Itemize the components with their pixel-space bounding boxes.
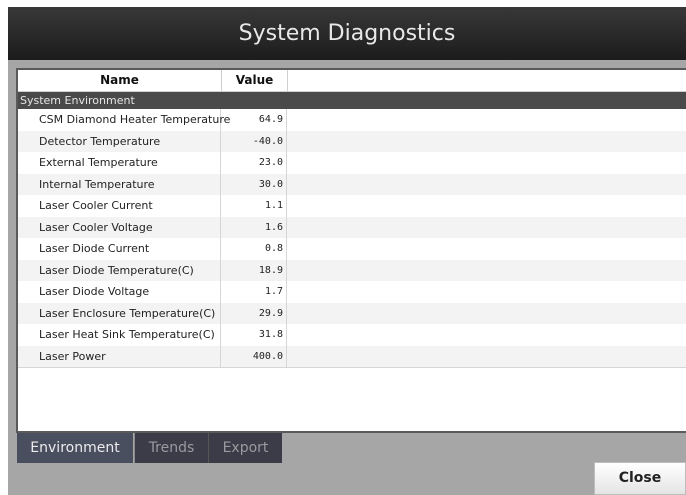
table-row[interactable]: Laser Cooler Voltage 1.6 <box>18 216 686 238</box>
row-name: Laser Enclosure Temperature(C) <box>18 302 221 324</box>
row-name: Laser Cooler Current <box>18 195 221 217</box>
row-value: 1.1 <box>222 195 287 217</box>
table-row[interactable]: Laser Diode Voltage 1.7 <box>18 281 686 303</box>
row-name: Laser Diode Current <box>18 238 221 260</box>
row-name: Laser Heat Sink Temperature(C) <box>18 324 221 346</box>
table-row[interactable]: External Temperature 23.0 <box>18 152 686 174</box>
group-row-system-environment[interactable]: System Environment <box>18 92 686 109</box>
grid-header: Name Value <box>18 70 686 92</box>
grid-rows: CSM Diamond Heater Temperature 64.9 Detect… <box>18 109 686 368</box>
tab-export[interactable]: Export <box>208 433 282 463</box>
row-name: External Temperature <box>18 152 221 174</box>
row-value: 30.0 <box>222 173 287 195</box>
row-name: Laser Power <box>18 345 221 367</box>
row-value: 64.9 <box>222 109 287 131</box>
row-value: 1.7 <box>222 281 287 303</box>
column-header-name[interactable]: Name <box>18 70 222 91</box>
row-value: 18.9 <box>222 259 287 281</box>
diagnostics-window: System Diagnostics Name Value System Env… <box>8 7 686 495</box>
table-row[interactable]: Internal Temperature 30.0 <box>18 173 686 195</box>
column-header-value[interactable]: Value <box>222 70 288 91</box>
row-value: 23.0 <box>222 152 287 174</box>
table-row[interactable]: Laser Enclosure Temperature(C) 29.9 <box>18 302 686 324</box>
row-name: Detector Temperature <box>18 130 221 152</box>
window-title: System Diagnostics <box>8 7 686 60</box>
close-button[interactable]: Close <box>594 462 686 495</box>
row-value: 31.8 <box>222 324 287 346</box>
tab-environment[interactable]: Environment <box>17 433 133 463</box>
row-value: 0.8 <box>222 238 287 260</box>
table-row[interactable]: Laser Diode Current 0.8 <box>18 238 686 260</box>
row-value: 400.0 <box>222 345 287 367</box>
table-row[interactable]: Laser Diode Temperature(C) 18.9 <box>18 259 686 281</box>
tab-trends[interactable]: Trends <box>134 433 208 463</box>
table-row[interactable]: Laser Cooler Current 1.1 <box>18 195 686 217</box>
table-row[interactable]: CSM Diamond Heater Temperature 64.9 <box>18 109 686 131</box>
grid-end-divider <box>18 367 686 368</box>
row-value: 29.9 <box>222 302 287 324</box>
row-name: Laser Cooler Voltage <box>18 216 221 238</box>
row-name: Laser Diode Temperature(C) <box>18 259 221 281</box>
table-row[interactable]: Laser Power 400.0 <box>18 345 686 367</box>
diagnostics-grid: Name Value System Environment CSM Diamon… <box>16 68 686 433</box>
row-name: CSM Diamond Heater Temperature <box>18 109 230 131</box>
table-row[interactable]: Laser Heat Sink Temperature(C) 31.8 <box>18 324 686 346</box>
row-name: Internal Temperature <box>18 173 221 195</box>
row-value: -40.0 <box>222 130 287 152</box>
row-name: Laser Diode Voltage <box>18 281 221 303</box>
row-value: 1.6 <box>222 216 287 238</box>
table-row[interactable]: Detector Temperature -40.0 <box>18 130 686 152</box>
